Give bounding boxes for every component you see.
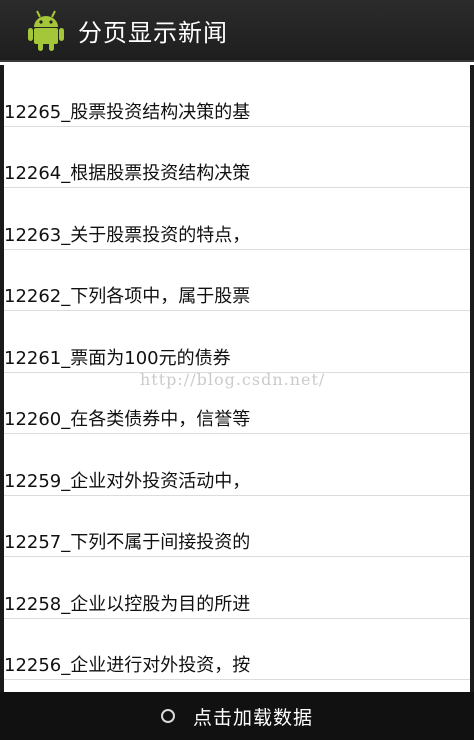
list-item[interactable]: 12258_企业以控股为目的所进 <box>4 557 470 619</box>
list-item[interactable]: 12262_下列各项中，属于股票 <box>4 250 470 311</box>
list-item[interactable]: 12261_票面为100元的债券 <box>4 311 470 373</box>
list-item-label: 12261_票面为100元的债券 <box>4 347 231 369</box>
loading-spinner-icon <box>160 709 175 723</box>
app-title: 分页显示新闻 <box>78 18 228 47</box>
list-item-label: 12264_根据股票投资结构决策 <box>4 163 251 184</box>
list-item-label: 12258_企业以控股为目的所进 <box>4 593 251 615</box>
list-item-label: 12260_在各类债券中，信誉等 <box>4 409 251 430</box>
list-item[interactable]: 12259_企业对外投资活动中， <box>4 434 470 496</box>
list-item[interactable]: 12264_根据股票投资结构决策 <box>4 127 470 188</box>
list-item[interactable]: 12265_股票投资结构决策的基 <box>4 65 470 127</box>
load-more-label: 点击加载数据 <box>192 706 313 729</box>
list-item[interactable]: 12260_在各类债券中，信誉等 <box>4 373 470 434</box>
list-item[interactable]: 12263_关于股票投资的特点， <box>4 188 470 250</box>
news-list[interactable]: 12265_股票投资结构决策的基 12264_根据股票投资结构决策 12263_… <box>0 65 474 692</box>
list-item-label: 12263_关于股票投资的特点， <box>4 224 251 246</box>
list-item-label: 12262_下列各项中，属于股票 <box>4 286 251 307</box>
list-item[interactable]: 12257_下列不属于间接投资的 <box>4 496 470 557</box>
list-item-label: 12259_企业对外投资活动中， <box>4 470 251 492</box>
action-bar: 分页显示新闻 <box>0 0 474 62</box>
android-robot-icon <box>26 8 66 52</box>
list-item-label: 12257_下列不属于间接投资的 <box>4 532 251 553</box>
list-item-label: 12265_股票投资结构决策的基 <box>4 101 251 123</box>
load-more-button[interactable]: 点击加载数据 <box>0 692 474 740</box>
list-item-label: 12256_企业进行对外投资，按 <box>4 655 251 676</box>
list-item[interactable]: 12256_企业进行对外投资，按 <box>4 619 470 680</box>
